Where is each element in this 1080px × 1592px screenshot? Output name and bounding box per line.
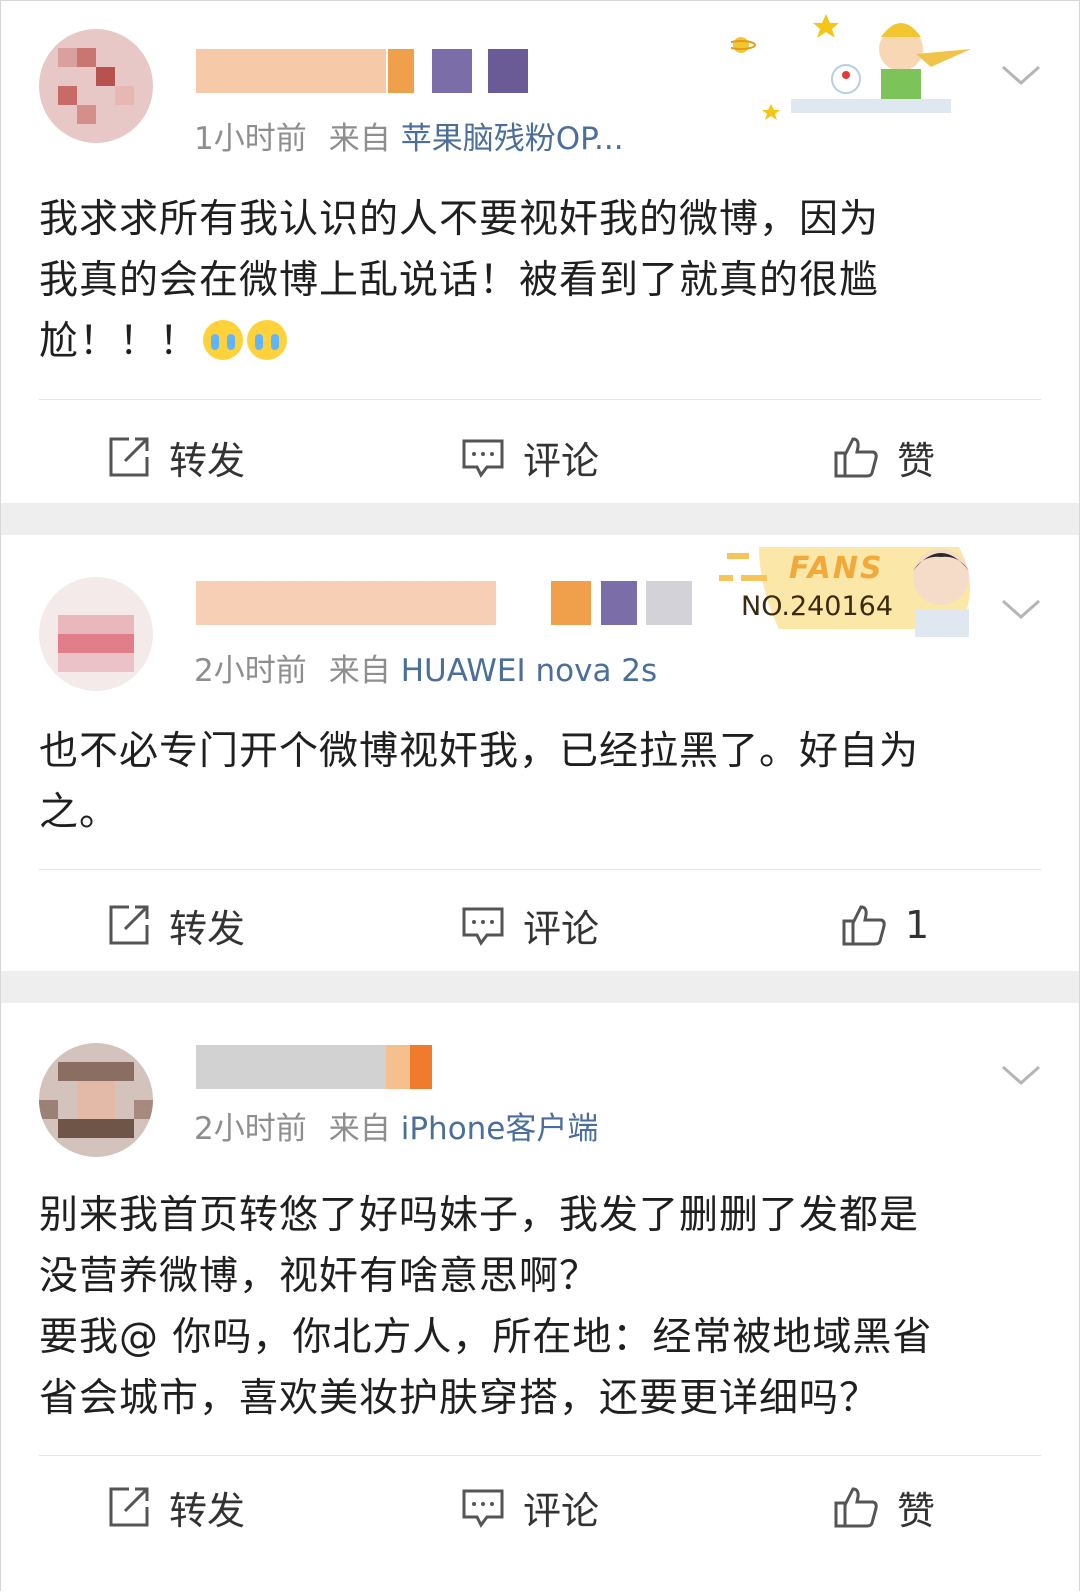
like-label: 赞 — [897, 438, 936, 483]
repost-icon — [109, 437, 149, 477]
content-line: 省会城市，喜欢美妆护肤穿搭，还要更详细吗？ — [39, 1376, 880, 1421]
post-card-3: 2小时前 来自 iPhone客户端 别来我首页转悠了好吗妹子，我发了删删了发都是 没… — [1, 1003, 1079, 1592]
post-time: 1小时前 — [194, 121, 307, 157]
source-link[interactable]: HUAWEI nova 2s — [401, 653, 657, 689]
post-separator — [1, 971, 1079, 1003]
content-line: 别来我首页转悠了好吗妹子，我发了删删了发都是 — [39, 1193, 920, 1238]
comment-icon — [462, 907, 504, 946]
repost-label: 转发 — [169, 906, 246, 951]
post-meta: 2小时前 来自 iPhone客户端 — [194, 1109, 598, 1149]
post-time: 2小时前 — [194, 1111, 307, 1147]
like-count: 1 — [905, 903, 930, 947]
crying-face-icon — [203, 320, 244, 360]
post-actions: 转发 评论 赞 — [1, 417, 1079, 497]
content-line: 我求求所有我认识的人不要视奸我的微博，因为 — [39, 197, 880, 242]
content-line: 尬！！！ — [39, 319, 200, 364]
post-card-1: 1小时前 来自 苹果脑残粉OP... 我求求所有我认识的人不要视奸我的微博，因为 我… — [1, 1, 1079, 503]
thumbs-up-icon — [834, 1487, 878, 1528]
from-label: 来自 — [328, 1111, 391, 1147]
repost-button[interactable]: 转发 — [107, 417, 245, 497]
crying-face-icon — [247, 320, 288, 360]
divider — [39, 399, 1041, 400]
comment-button[interactable]: 评论 — [461, 417, 599, 497]
repost-icon — [109, 1487, 149, 1527]
comment-button[interactable]: 评论 — [461, 1467, 599, 1547]
from-label: 来自 — [328, 121, 391, 157]
divider — [39, 1455, 1041, 1456]
post-meta: 1小时前 来自 苹果脑残粉OP... — [194, 119, 624, 159]
post-meta: 2小时前 来自 HUAWEI nova 2s — [194, 651, 657, 691]
from-label: 来自 — [328, 653, 391, 689]
chevron-down-icon[interactable] — [999, 53, 1043, 97]
fans-badge-number: NO.240164 — [741, 591, 894, 622]
content-line: 没营养微博，视奸有啥意思啊？ — [39, 1254, 600, 1299]
content-line: 也不必专门开个微博视奸我，已经拉黑了。好自为 — [39, 729, 920, 774]
comment-label: 评论 — [523, 438, 600, 483]
repost-label: 转发 — [169, 1488, 246, 1533]
post-content: 我求求所有我认识的人不要视奸我的微博，因为 我真的会在微博上乱说话！被看到了就真… — [39, 189, 1039, 372]
content-line-with-emoji: 尬！！！ — [39, 311, 1039, 372]
post-card-2: FANS NO.240164 2小时前 来自 HUAWEI nova 2s 也不必专… — [1, 535, 1079, 971]
post-content: 也不必专门开个微博视奸我，已经拉黑了。好自为 之。 — [39, 721, 1039, 843]
repost-icon — [109, 905, 149, 945]
post-content: 别来我首页转悠了好吗妹子，我发了删删了发都是 没营养微博，视奸有啥意思啊？ 要我… — [39, 1185, 1039, 1429]
comment-label: 评论 — [523, 906, 600, 951]
like-button[interactable]: 赞 — [833, 417, 935, 497]
repost-button[interactable]: 转发 — [107, 885, 245, 965]
fans-badge-title: FANS — [789, 551, 884, 586]
like-button[interactable]: 1 — [841, 885, 929, 965]
comment-icon — [462, 1489, 504, 1528]
divider — [39, 869, 1041, 870]
comment-icon — [462, 439, 504, 478]
avatar[interactable] — [39, 577, 153, 691]
source-link[interactable]: iPhone客户端 — [401, 1111, 599, 1147]
repost-label: 转发 — [169, 438, 246, 483]
like-label: 赞 — [897, 1488, 936, 1533]
avatar[interactable] — [39, 1043, 153, 1157]
content-line: 我真的会在微博上乱说话！被看到了就真的很尴 — [39, 258, 880, 303]
post-actions: 转发 评论 1 — [1, 885, 1079, 965]
post-time: 2小时前 — [194, 653, 307, 689]
content-line: 之。 — [39, 790, 120, 835]
chevron-down-icon[interactable] — [999, 587, 1043, 631]
comment-button[interactable]: 评论 — [461, 885, 599, 965]
thumbs-up-icon — [834, 437, 878, 478]
avatar[interactable] — [39, 29, 153, 143]
repost-button[interactable]: 转发 — [107, 1467, 245, 1547]
chevron-down-icon[interactable] — [999, 1053, 1043, 1097]
post-actions: 转发 评论 赞 — [1, 1467, 1079, 1547]
like-button[interactable]: 赞 — [833, 1467, 935, 1547]
source-link[interactable]: 苹果脑残粉OP... — [401, 121, 624, 157]
little-prince-decoration-icon — [731, 14, 971, 120]
content-line: 要我@ 你吗，你北方人，所在地：经常被地域黑省 — [39, 1315, 933, 1360]
weibo-comment-list: 1小时前 来自 苹果脑残粉OP... 我求求所有我认识的人不要视奸我的微博，因为 我… — [0, 0, 1080, 1592]
comment-label: 评论 — [523, 1488, 600, 1533]
post-separator — [1, 503, 1079, 535]
thumbs-up-icon — [842, 905, 886, 946]
fans-badge: FANS NO.240164 — [719, 537, 989, 637]
